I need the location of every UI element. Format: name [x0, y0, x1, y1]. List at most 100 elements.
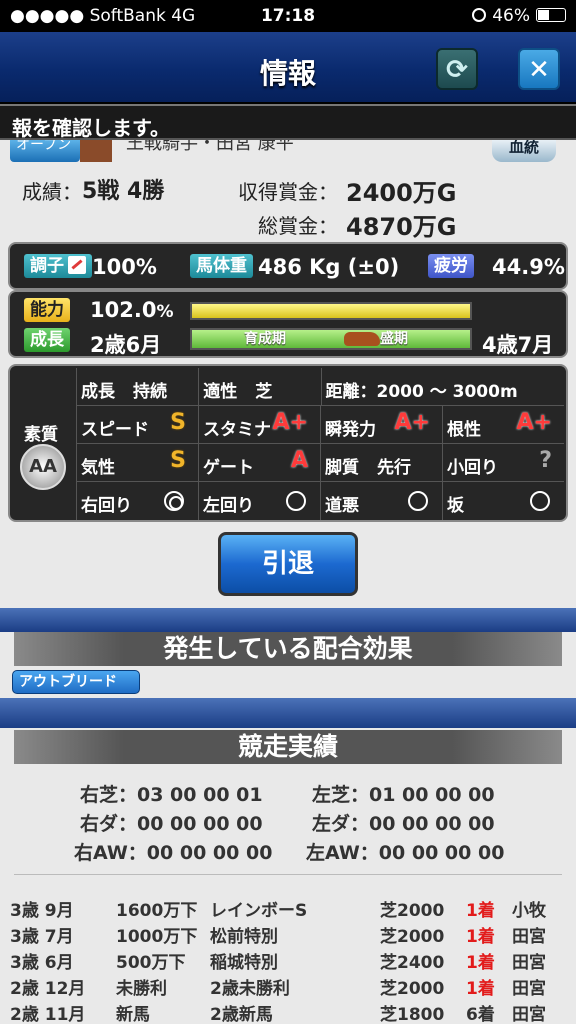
race-row[interactable]: 3歳 7月 1000万下 松前特別 芝2000 1着 田宮 [0, 920, 576, 947]
race-place: 1着 [466, 953, 495, 973]
race-row[interactable]: 3歳 6月 500万下 稲城特別 芝2400 1着 田宮 [0, 946, 576, 973]
ability-tag: 能力 [24, 298, 70, 322]
circle-icon [408, 491, 428, 511]
aptitude-label: 瞬発力 [325, 420, 376, 440]
race-jockey: 小牧 [512, 901, 546, 921]
trend-up-icon [68, 256, 86, 274]
aptitude-value: 持続 [133, 382, 167, 402]
race-date: 3歳 9月 [10, 901, 74, 921]
condition-panel: 調子 100% 馬体重 486 Kg (±0) 疲労 44.9% [8, 242, 568, 290]
horse-jockey-line: 王戦騎手・田宮 康平 [126, 140, 294, 154]
aptitude-cell: 道悪 [320, 482, 442, 520]
ability-bar [190, 302, 472, 320]
race-class: 1600万下 [116, 901, 198, 921]
running-horse-icon [344, 332, 380, 346]
aptitude-cell: 距離：2000 〜 3000m [320, 368, 565, 405]
aptitude-label: 成長 [81, 382, 115, 402]
aptitude-value: 先行 [377, 458, 411, 478]
race-date: 2歳 12月 [10, 979, 86, 999]
battery-percent: 46% [492, 6, 530, 26]
aptitude-grade: S [170, 448, 186, 473]
race-class: 未勝利 [116, 979, 167, 999]
aptitude-label: 小回り [447, 458, 498, 478]
double-circle-icon [164, 491, 184, 511]
race-course: 芝2000 [380, 901, 445, 921]
section-band [0, 698, 576, 728]
aptitude-label: 道悪 [325, 496, 359, 516]
weight-value: 486 Kg (±0) [258, 255, 400, 279]
race-row[interactable]: 2歳 11月 新馬 2歳新馬 芝1800 6着 田宮 [0, 998, 576, 1024]
refresh-button[interactable]: ⟳ [436, 48, 478, 90]
header-bar: 情報 ⟳ ✕ [0, 32, 576, 104]
aptitude-label: ゲート [203, 458, 254, 478]
race-row[interactable]: 3歳 9月 1600万下 レインボーS 芝2000 1着 小牧 [0, 894, 576, 921]
aptitude-cell: 成長 持続 [76, 368, 198, 405]
aptitude-cell: 右回り [76, 482, 198, 520]
race-place: 1着 [466, 927, 495, 947]
pedigree-button[interactable]: 血統 [492, 140, 556, 162]
circle-icon [286, 491, 306, 511]
fatigue-tag: 疲労 [428, 254, 474, 278]
aptitude-row: スピード S スタミナ A+ 瞬発力 A+ 根性 A+ [76, 406, 564, 444]
aptitude-grade: A+ [272, 410, 308, 435]
retire-button[interactable]: 引退 [218, 532, 358, 596]
close-button[interactable]: ✕ [518, 48, 560, 90]
prize-label: 収得賞金： [238, 180, 338, 204]
condition-value: 100% [92, 255, 157, 279]
race-place: 1着 [466, 901, 495, 921]
race-place: 1着 [466, 979, 495, 999]
peak-phase-label: 盛期 [380, 331, 408, 347]
race-class: 新馬 [116, 1005, 150, 1024]
aptitude-label: 適性 [203, 382, 238, 402]
refresh-icon: ⟳ [446, 55, 468, 85]
race-course: 芝2400 [380, 953, 445, 973]
aptitude-label: スピード [81, 420, 149, 440]
race-name: 松前特別 [210, 927, 278, 947]
quality-badge: AA [20, 444, 66, 490]
record-summary: 右芝：03 00 00 01 左芝：01 00 00 00 右ダ：00 00 00 … [0, 780, 576, 867]
race-name: 2歳新馬 [210, 1005, 273, 1024]
race-class: 1000万下 [116, 927, 198, 947]
ability-value: 102.0% [90, 298, 174, 322]
aptitude-grade: S [170, 410, 186, 435]
aptitude-cell: 脚質 先行 [320, 444, 442, 481]
aptitude-row: 気性 S ゲート A 脚質 先行 小回り? [76, 444, 564, 482]
race-name: 2歳未勝利 [210, 979, 290, 999]
outbreed-badge[interactable]: アウトブリード [12, 670, 140, 694]
race-course: 芝2000 [380, 927, 445, 947]
growth-tag: 成長 [24, 328, 70, 352]
aptitude-label: 脚質 [325, 458, 359, 478]
divider [14, 874, 562, 875]
record-label: 成績： [22, 180, 82, 204]
message-ticker: 報を確認します。 [0, 104, 576, 140]
aptitude-label: 坂 [447, 496, 464, 516]
race-list: 3歳 9月 1600万下 レインボーS 芝2000 1着 小牧 3歳 7月 1000万下 松前特… [0, 894, 576, 1024]
record-left: 左芝：01 00 00 00 [312, 784, 495, 806]
aptitude-cell: ゲート A [198, 444, 320, 481]
aptitude-cell: 瞬発力 A+ [320, 406, 442, 443]
race-jockey: 田宮 [512, 927, 546, 947]
aptitude-panel: 素質 AA 成長 持続 適性芝距離：2000 〜 3000m スピード S スタミナ A+ 瞬… [8, 364, 568, 522]
circle-icon [530, 491, 550, 511]
race-date: 2歳 11月 [10, 1005, 86, 1024]
race-date: 3歳 7月 [10, 927, 74, 947]
aptitude-grid: 成長 持続 適性芝距離：2000 〜 3000m スピード S スタミナ A+ 瞬発力 A+ 根性… [76, 368, 564, 520]
aptitude-label: 根性 [447, 420, 481, 440]
race-course: 芝1800 [380, 1005, 445, 1024]
record-summary-row: 右AW：00 00 00 00 左AW：00 00 00 00 [0, 838, 576, 867]
record-right: 右芝：03 00 00 01 [80, 784, 263, 806]
aptitude-grade: A [290, 448, 308, 473]
quality-label: 素質 [24, 425, 58, 445]
aptitude-grade: A+ [394, 410, 430, 435]
breeding-effects-title: 発生している配合効果 [14, 632, 562, 666]
weight-tag: 馬体重 [190, 254, 253, 278]
total-prize-label: 総賞金： [258, 214, 338, 238]
record-right: 右AW：00 00 00 00 [74, 842, 273, 864]
race-row[interactable]: 2歳 12月 未勝利 2歳未勝利 芝2000 1着 田宮 [0, 972, 576, 999]
aptitude-cell: 小回り? [442, 444, 564, 481]
aptitude-label: スタミナ [203, 420, 271, 440]
total-prize-value: 4870万G [346, 213, 457, 241]
aptitude-label: 左回り [203, 496, 254, 516]
condition-tag: 調子 [24, 254, 92, 278]
fatigue-value: 44.9% [492, 255, 565, 279]
